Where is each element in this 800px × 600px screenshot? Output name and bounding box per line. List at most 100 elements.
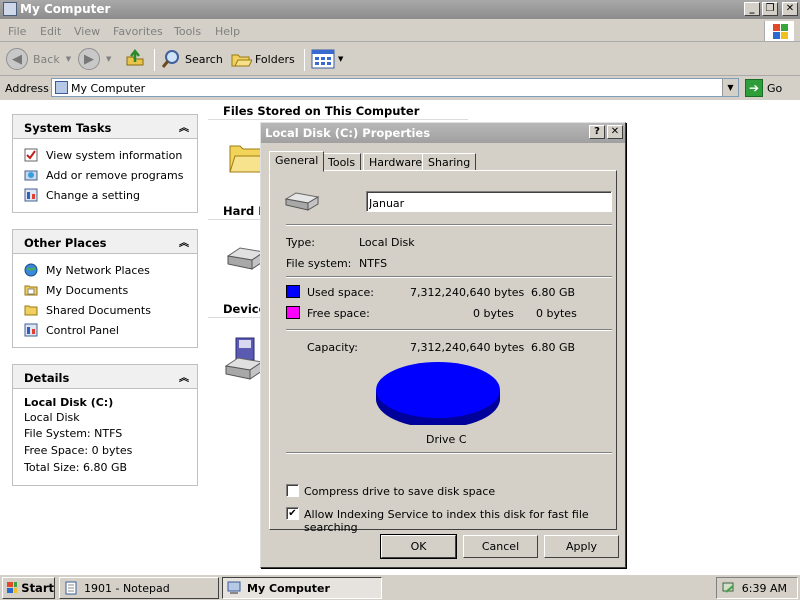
menu-view[interactable]: View: [74, 25, 100, 38]
properties-dialog: Local Disk (C:) Properties ? ✕ General T…: [260, 122, 626, 568]
dialog-close-button[interactable]: ✕: [607, 125, 623, 139]
address-bar: Address My Computer ▼ ➔ Go: [0, 77, 800, 99]
system-tasks-header[interactable]: System Tasks ︽: [13, 115, 197, 139]
go-button[interactable]: ➔ Go: [745, 79, 782, 97]
system-tasks-panel: System Tasks ︽ View system information A…: [12, 114, 198, 213]
capacity-label: Capacity:: [307, 341, 358, 354]
divider: [286, 452, 612, 454]
taskbar-item-notepad[interactable]: 1901 - Notepad: [59, 577, 219, 599]
task-label: Add or remove programs: [46, 168, 184, 182]
back-button[interactable]: ◀ Back ▼: [6, 48, 71, 70]
place-label: My Network Places: [46, 263, 150, 277]
task-label: View system information: [46, 148, 183, 162]
caption-buttons: _ ❐ ✕: [744, 2, 798, 16]
place-label: Control Panel: [46, 323, 119, 337]
toolbar-separator: [304, 49, 305, 71]
taskbar-label: 1901 - Notepad: [84, 581, 170, 595]
task-change-setting[interactable]: Change a setting: [24, 185, 197, 205]
tab-general[interactable]: General: [269, 151, 325, 172]
apply-button[interactable]: Apply: [544, 535, 619, 558]
system-tray: 6:39 AM: [716, 577, 798, 599]
forward-button[interactable]: ▶ ▼: [78, 48, 111, 70]
windows-logo-icon: [764, 21, 794, 41]
window-titlebar: My Computer _ ❐ ✕: [0, 0, 800, 19]
address-dropdown-button[interactable]: ▼: [722, 79, 738, 96]
details-title: Details: [24, 371, 70, 385]
menu-edit[interactable]: Edit: [40, 25, 61, 38]
notepad-icon: [65, 581, 77, 595]
other-places-panel: Other Places ︽ My Network Places My Docu…: [12, 229, 198, 348]
details-panel: Details ︽ Local Disk (C:) Local Disk Fil…: [12, 364, 198, 486]
task-pane: System Tasks ︽ View system information A…: [0, 100, 208, 574]
views-icon: [311, 49, 335, 69]
menu-favorites[interactable]: Favorites: [113, 25, 163, 38]
toolbar: ◀ Back ▼ ▶ ▼ Search Folders ▼: [0, 43, 800, 76]
task-view-system-info[interactable]: View system information: [24, 145, 197, 165]
dialog-titlebar[interactable]: Local Disk (C:) Properties ? ✕: [261, 123, 625, 143]
tray-network-icon[interactable]: [721, 580, 737, 596]
place-shared-documents[interactable]: Shared Documents: [24, 300, 197, 320]
folders-button[interactable]: Folders: [230, 48, 295, 70]
type-value: Local Disk: [359, 236, 415, 249]
tab-sharing[interactable]: Sharing: [422, 153, 477, 171]
type-label: Type:: [286, 236, 315, 249]
my-computer-icon: [3, 2, 17, 16]
menu-file[interactable]: File: [8, 25, 26, 38]
collapse-chevron-icon[interactable]: ︽: [179, 369, 189, 384]
compress-checkbox[interactable]: [286, 484, 299, 497]
address-value: My Computer: [71, 82, 146, 95]
views-button[interactable]: ▼: [311, 48, 343, 70]
index-checkbox[interactable]: ✔: [286, 507, 299, 520]
details-type: Local Disk: [24, 411, 80, 424]
place-my-documents[interactable]: My Documents: [24, 280, 197, 300]
menu-tools[interactable]: Tools: [174, 25, 201, 38]
cancel-button[interactable]: Cancel: [463, 535, 538, 558]
place-my-network[interactable]: My Network Places: [24, 260, 197, 280]
compress-label: Compress drive to save disk space: [304, 485, 496, 498]
up-folder-icon: [126, 48, 144, 66]
task-add-remove-programs[interactable]: Add or remove programs: [24, 165, 197, 185]
search-button[interactable]: Search: [160, 48, 223, 70]
index-label: Allow Indexing Service to index this dis…: [304, 508, 589, 534]
my-documents-icon: [24, 285, 38, 296]
control-panel-icon: [24, 188, 38, 202]
divider: [286, 329, 612, 331]
removable-storage-icon[interactable]: [224, 336, 264, 380]
general-tab-panel: Type: Local Disk File system: NTFS Used …: [269, 170, 617, 534]
other-places-header[interactable]: Other Places ︽: [13, 230, 197, 254]
taskbar-item-my-computer[interactable]: My Computer: [222, 577, 382, 599]
shared-folder-icon[interactable]: [228, 136, 264, 176]
ok-button[interactable]: OK: [380, 534, 457, 559]
volume-label-input[interactable]: [366, 191, 612, 212]
help-button[interactable]: ?: [589, 125, 605, 139]
back-arrow-icon: ◀: [6, 48, 28, 70]
menu-help[interactable]: Help: [215, 25, 240, 38]
tab-hardware[interactable]: Hardware: [363, 153, 429, 171]
address-input[interactable]: My Computer ▼: [51, 78, 739, 97]
details-total-size: Total Size: 6.80 GB: [24, 461, 128, 474]
free-space-swatch: [286, 306, 300, 319]
tab-tools[interactable]: Tools: [322, 153, 362, 171]
file-system-value: NTFS: [359, 257, 388, 270]
dialog-caption-buttons: ? ✕: [589, 125, 623, 139]
free-space-gb: 0 bytes: [536, 307, 577, 320]
task-label: Change a setting: [46, 188, 140, 202]
collapse-chevron-icon[interactable]: ︽: [179, 119, 189, 134]
shared-documents-icon: [24, 305, 38, 316]
minimize-button[interactable]: _: [744, 2, 760, 16]
start-button[interactable]: Start: [2, 577, 55, 599]
details-item-name: Local Disk (C:): [24, 396, 114, 409]
clock[interactable]: 6:39 AM: [742, 582, 787, 595]
close-button[interactable]: ✕: [782, 2, 798, 16]
toolbar-separator: [154, 49, 155, 71]
my-computer-icon: [227, 581, 241, 594]
up-folder-button[interactable]: [124, 48, 146, 70]
address-label: Address: [5, 82, 49, 95]
restore-button[interactable]: ❐: [762, 2, 778, 16]
used-space-swatch: [286, 285, 300, 298]
place-control-panel[interactable]: Control Panel: [24, 320, 197, 340]
collapse-chevron-icon[interactable]: ︽: [179, 234, 189, 249]
back-dropdown-icon: ▼: [65, 55, 72, 63]
details-header[interactable]: Details ︽: [13, 365, 197, 389]
group-title-files: Files Stored on This Computer: [223, 104, 420, 118]
